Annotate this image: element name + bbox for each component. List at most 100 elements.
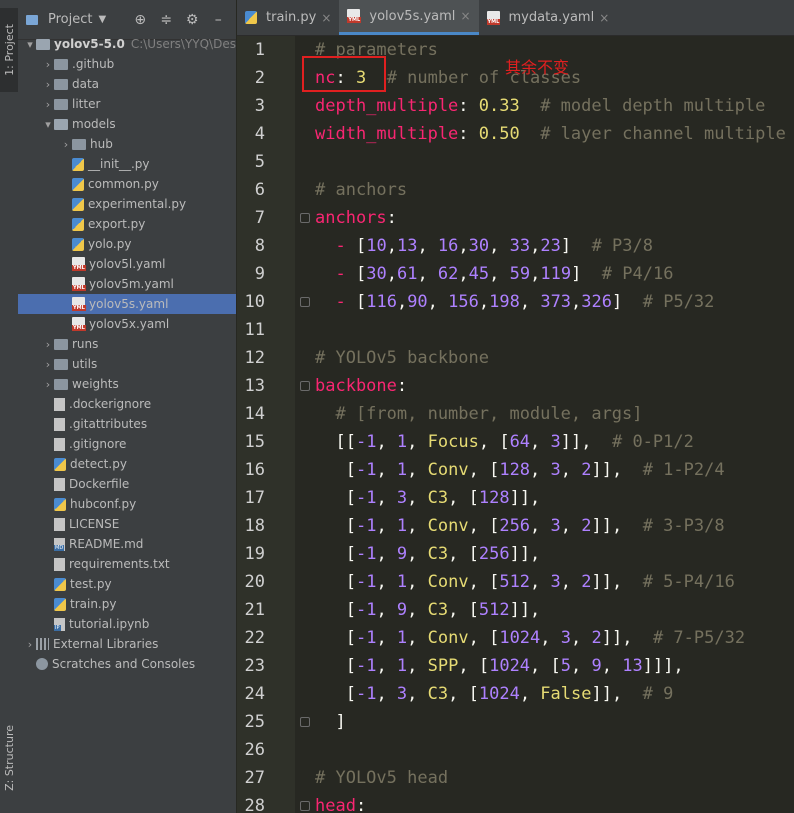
editor-tab[interactable]: train.py ×	[237, 0, 339, 35]
editor-tab[interactable]: yolov5s.yaml ×	[339, 0, 479, 35]
structure-tool-tab[interactable]: Z: Structure	[0, 712, 18, 804]
tree-item[interactable]: export.py	[18, 214, 236, 234]
code-token: # model depth multiple	[519, 96, 766, 116]
code-line: [[-1, 1, Focus, [64, 3]], # 0-P1/2	[315, 428, 786, 456]
project-panel-title[interactable]: Project	[48, 12, 92, 27]
code-token: ,	[530, 572, 551, 592]
tree-item[interactable]: test.py	[18, 574, 236, 594]
fold-marker-icon[interactable]	[300, 801, 310, 811]
code-token: 1	[396, 516, 408, 536]
tree-item[interactable]: › data	[18, 74, 236, 94]
tree-item[interactable]: train.py	[18, 594, 236, 614]
code-token: -1	[355, 600, 377, 620]
code-line: [-1, 3, C3, [128]],	[315, 484, 786, 512]
tree-item[interactable]: tutorial.ipynb	[18, 614, 236, 634]
tree-item[interactable]: hubconf.py	[18, 494, 236, 514]
code-token: 198	[489, 292, 520, 312]
line-number: 10	[244, 292, 265, 312]
code-token: ,	[489, 236, 510, 256]
expand-arrow-icon[interactable]: ›	[42, 58, 54, 71]
close-icon[interactable]: ×	[321, 11, 331, 25]
fold-marker-icon[interactable]	[300, 381, 310, 391]
code-token: ,	[376, 488, 397, 508]
code-token: 119	[540, 264, 572, 284]
tree-item[interactable]: yolov5s.yaml	[18, 294, 236, 314]
line-number: 28	[244, 796, 265, 813]
code-area[interactable]: # parameters nc: 3 # number of classes dep…	[315, 36, 786, 813]
folder-icon	[54, 358, 68, 370]
tree-item[interactable]: .gitattributes	[18, 414, 236, 434]
expand-arrow-icon[interactable]: ›	[42, 78, 54, 91]
code-token: , [	[468, 628, 500, 648]
tree-item[interactable]: › .github	[18, 54, 236, 74]
expand-arrow-icon[interactable]: ▾	[42, 118, 54, 131]
expand-arrow-icon[interactable]: ▾	[24, 38, 36, 51]
tree-item[interactable]: Dockerfile	[18, 474, 236, 494]
code-token: [[	[315, 432, 356, 452]
code-token: ,	[560, 572, 582, 592]
close-icon[interactable]: ×	[460, 9, 470, 23]
tree-item[interactable]: LICENSE	[18, 514, 236, 534]
code-token: # P3/8	[591, 236, 653, 256]
fold-marker-icon[interactable]	[300, 717, 310, 727]
expand-arrow-icon[interactable]: ›	[24, 638, 36, 651]
tree-item[interactable]: ▾ yolov5-5.0 C:\Users\YYQ\Des	[18, 34, 236, 54]
tree-item[interactable]: yolov5l.yaml	[18, 254, 236, 274]
code-token: , [	[448, 684, 479, 704]
tree-item[interactable]: .dockerignore	[18, 394, 236, 414]
project-tool-tab[interactable]: 1: Project	[0, 8, 18, 92]
expand-arrow-icon[interactable]: ›	[42, 98, 54, 111]
tree-item[interactable]: Scratches and Consoles	[18, 654, 236, 674]
tree-item[interactable]: yolov5m.yaml	[18, 274, 236, 294]
tree-item[interactable]: › litter	[18, 94, 236, 114]
tree-item[interactable]: .gitignore	[18, 434, 236, 454]
tree-item[interactable]: experimental.py	[18, 194, 236, 214]
code-line: [-1, 1, Conv, [128, 3, 2]], # 1-P2/4	[315, 456, 786, 484]
fold-marker-icon[interactable]	[300, 213, 310, 223]
code-token: 116	[366, 292, 397, 312]
tree-item[interactable]: requirements.txt	[18, 554, 236, 574]
code-token: , [	[468, 572, 500, 592]
expand-arrow-icon[interactable]: ›	[60, 138, 72, 151]
code-token: 64	[509, 432, 531, 452]
collapse-all-icon[interactable]: ≑	[156, 12, 176, 28]
line-number: 6	[254, 180, 265, 200]
hide-icon[interactable]: –	[208, 12, 228, 28]
close-icon[interactable]: ×	[599, 11, 609, 25]
code-token: Focus	[427, 432, 479, 452]
gear-icon[interactable]: ⚙	[182, 12, 202, 28]
tree-item-label: Scratches and Consoles	[52, 657, 196, 671]
tree-item[interactable]: › hub	[18, 134, 236, 154]
py-icon	[54, 497, 66, 511]
editor-tab[interactable]: mydata.yaml ×	[479, 0, 618, 35]
tree-item[interactable]: › External Libraries	[18, 634, 236, 654]
tree-item[interactable]: yolov5x.yaml	[18, 314, 236, 334]
tree-item[interactable]: README.md	[18, 534, 236, 554]
line-number: 24	[244, 684, 265, 704]
code-token: [	[315, 460, 356, 480]
tree-item-label: yolov5l.yaml	[89, 257, 166, 271]
tree-item[interactable]: common.py	[18, 174, 236, 194]
expand-arrow-icon[interactable]: ›	[42, 338, 54, 351]
tree-item[interactable]: yolo.py	[18, 234, 236, 254]
expand-arrow-icon[interactable]: ›	[42, 378, 54, 391]
tree-item[interactable]: __init__.py	[18, 154, 236, 174]
code-token: , [	[448, 488, 479, 508]
expand-arrow-icon[interactable]: ›	[42, 358, 54, 371]
code-token: 16	[437, 236, 459, 256]
code-token: 23	[540, 236, 561, 256]
code-token: ,	[407, 656, 428, 676]
code-token: [	[315, 684, 356, 704]
code-editor[interactable]: 1 2 3 4 5 6 7 8 9 10 11 12 13 14 15 16 17 18 19 20 21 22 23 24 2…	[237, 36, 794, 813]
tree-item[interactable]: detect.py	[18, 454, 236, 474]
locate-icon[interactable]: ⊕	[130, 12, 150, 28]
code-token: 326	[581, 292, 613, 312]
tree-item[interactable]: ▾ models	[18, 114, 236, 134]
tree-item[interactable]: › weights	[18, 374, 236, 394]
chevron-down-icon[interactable]: ▼	[98, 14, 106, 25]
tree-item[interactable]: › runs	[18, 334, 236, 354]
fold-marker-icon[interactable]	[300, 297, 310, 307]
tree-item[interactable]: › utils	[18, 354, 236, 374]
code-token: 1024	[478, 684, 520, 704]
